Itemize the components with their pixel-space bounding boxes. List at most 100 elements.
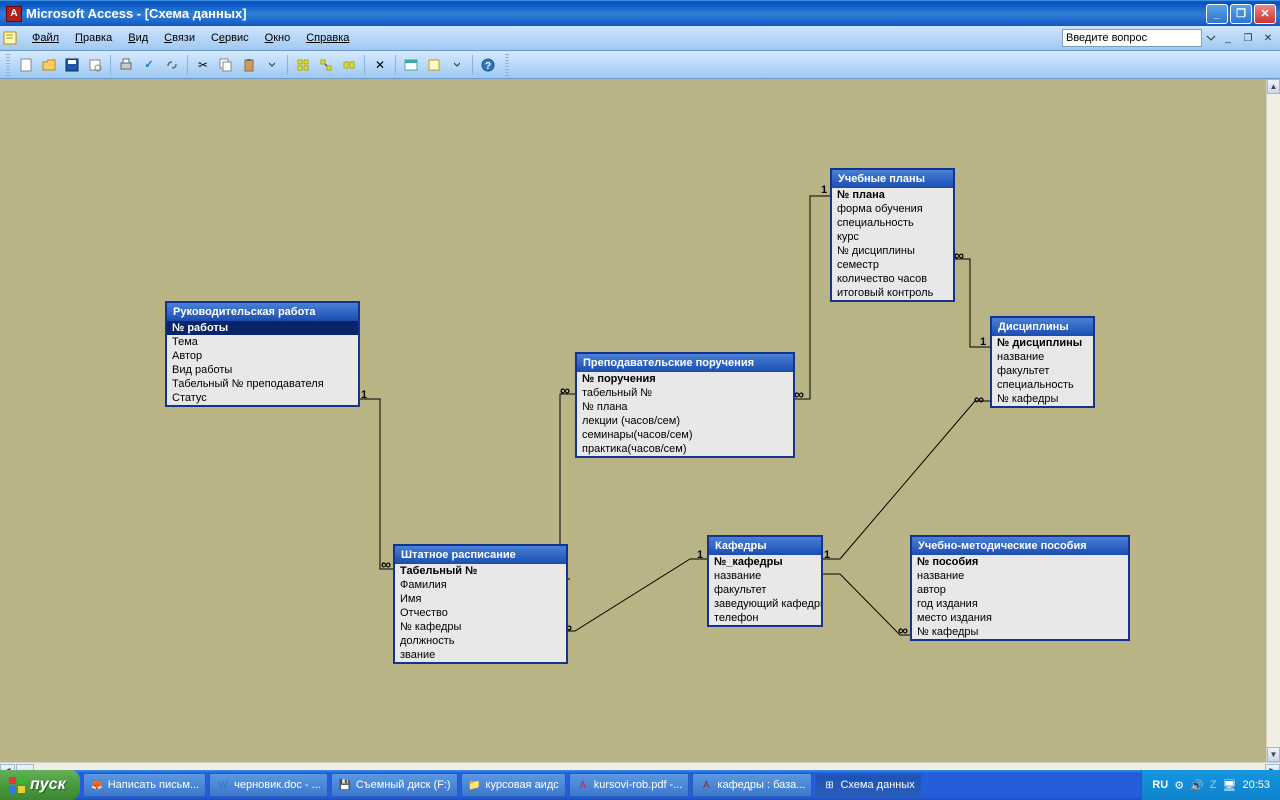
- field[interactable]: курс: [832, 230, 953, 244]
- field[interactable]: Автор: [167, 349, 358, 363]
- copy-icon[interactable]: [216, 55, 236, 75]
- menu-window[interactable]: Окно: [257, 29, 299, 47]
- field[interactable]: название: [912, 569, 1128, 583]
- db-window-icon[interactable]: [401, 55, 421, 75]
- show-all-icon[interactable]: [339, 55, 359, 75]
- field-key[interactable]: № плана: [832, 188, 953, 202]
- help-icon[interactable]: ?: [478, 55, 498, 75]
- field[interactable]: место издания: [912, 611, 1128, 625]
- field[interactable]: специальность: [832, 216, 953, 230]
- scroll-up-icon[interactable]: ▲: [1267, 79, 1280, 94]
- field[interactable]: № кафедры: [395, 620, 566, 634]
- save-icon[interactable]: [62, 55, 82, 75]
- print-preview-icon[interactable]: [85, 55, 105, 75]
- field[interactable]: факультет: [992, 364, 1093, 378]
- tray-icon[interactable]: Z: [1210, 779, 1217, 791]
- start-button[interactable]: пуск: [0, 770, 80, 800]
- paste-drop-icon[interactable]: [262, 55, 282, 75]
- close-button[interactable]: ✕: [1254, 4, 1276, 24]
- mdi-close-button[interactable]: ✕: [1260, 31, 1276, 45]
- paste-icon[interactable]: [239, 55, 259, 75]
- field[interactable]: семинары(часов/сем): [577, 428, 793, 442]
- field[interactable]: Отчество: [395, 606, 566, 620]
- field[interactable]: лекции (часов/сем): [577, 414, 793, 428]
- field[interactable]: год издания: [912, 597, 1128, 611]
- menu-help[interactable]: Справка: [298, 29, 357, 47]
- menu-service[interactable]: Сервис: [203, 29, 257, 47]
- mdi-minimize-button[interactable]: _: [1220, 31, 1236, 45]
- field[interactable]: телефон: [709, 611, 821, 625]
- field[interactable]: специальность: [992, 378, 1093, 392]
- new-object-icon[interactable]: [424, 55, 444, 75]
- clock[interactable]: 20:53: [1242, 779, 1270, 791]
- task-drive[interactable]: 💾Съемный диск (F:): [331, 773, 458, 797]
- field[interactable]: Имя: [395, 592, 566, 606]
- scroll-down-icon[interactable]: ▼: [1267, 747, 1280, 762]
- link-icon[interactable]: [162, 55, 182, 75]
- maximize-button[interactable]: ❐: [1230, 4, 1252, 24]
- field[interactable]: количество часов: [832, 272, 953, 286]
- field[interactable]: факультет: [709, 583, 821, 597]
- field[interactable]: табельный №: [577, 386, 793, 400]
- spell-check-icon[interactable]: ✓: [139, 55, 159, 75]
- table-staffing[interactable]: Штатное расписание Табельный № Фамилия И…: [393, 544, 568, 664]
- field[interactable]: № кафедры: [992, 392, 1093, 406]
- table-supervision[interactable]: Руководительская работа № работы Тема Ав…: [165, 301, 360, 407]
- cut-icon[interactable]: ✂: [193, 55, 213, 75]
- task-word[interactable]: Wчерновик.doc - ...: [209, 773, 328, 797]
- field[interactable]: Статус: [167, 391, 358, 405]
- field-key[interactable]: №_кафедры: [709, 555, 821, 569]
- tray-icon[interactable]: 🔊: [1190, 779, 1204, 792]
- new-icon[interactable]: [16, 55, 36, 75]
- field[interactable]: звание: [395, 648, 566, 662]
- field[interactable]: Табельный № преподавателя: [167, 377, 358, 391]
- table-departments[interactable]: Кафедры №_кафедры название факультет зав…: [707, 535, 823, 627]
- menu-edit[interactable]: Правка: [67, 29, 120, 47]
- field[interactable]: № дисциплины: [832, 244, 953, 258]
- field-key[interactable]: № дисциплины: [992, 336, 1093, 350]
- language-indicator[interactable]: RU: [1152, 779, 1168, 791]
- system-tray[interactable]: RU ⚙ 🔊 Z 🖥 20:53: [1141, 770, 1280, 800]
- tray-icon[interactable]: ⚙: [1174, 779, 1184, 792]
- field-key[interactable]: Табельный №: [395, 564, 566, 578]
- toolbar-grip-right[interactable]: [505, 54, 509, 76]
- field[interactable]: практика(часов/сем): [577, 442, 793, 456]
- show-table-icon[interactable]: [293, 55, 313, 75]
- print-icon[interactable]: [116, 55, 136, 75]
- field-key[interactable]: № работы: [167, 321, 358, 335]
- open-icon[interactable]: [39, 55, 59, 75]
- table-assignments[interactable]: Преподавательские поручения № поручения …: [575, 352, 795, 458]
- menu-view[interactable]: Вид: [120, 29, 156, 47]
- field[interactable]: название: [709, 569, 821, 583]
- clear-layout-icon[interactable]: ✕: [370, 55, 390, 75]
- table-manuals[interactable]: Учебно-методические пособия № пособия на…: [910, 535, 1130, 641]
- table-disciplines[interactable]: Дисциплины № дисциплины название факульт…: [990, 316, 1095, 408]
- field[interactable]: семестр: [832, 258, 953, 272]
- show-direct-icon[interactable]: [316, 55, 336, 75]
- field[interactable]: название: [992, 350, 1093, 364]
- table-plans[interactable]: Учебные планы № плана форма обучения спе…: [830, 168, 955, 302]
- task-folder[interactable]: 📁курсовая аидс: [461, 773, 566, 797]
- field[interactable]: автор: [912, 583, 1128, 597]
- field[interactable]: итоговый контроль: [832, 286, 953, 300]
- relationships-canvas[interactable]: 1 ∞ ∞ 1 ∞ 1 ∞ 1 1 ∞ 1 ∞ ∞ Руководительск…: [0, 79, 1266, 762]
- field[interactable]: заведующий кафедры: [709, 597, 821, 611]
- field[interactable]: № кафедры: [912, 625, 1128, 639]
- mdi-restore-button[interactable]: ❐: [1240, 31, 1256, 45]
- toolbar-grip[interactable]: [6, 54, 10, 76]
- new-object-drop-icon[interactable]: [447, 55, 467, 75]
- menu-file[interactable]: Файл: [24, 29, 67, 47]
- task-pdf[interactable]: Akursovi-rob.pdf -...: [569, 773, 690, 797]
- dropdown-icon[interactable]: [1206, 33, 1216, 43]
- field[interactable]: Фамилия: [395, 578, 566, 592]
- help-search-input[interactable]: [1062, 29, 1202, 47]
- field[interactable]: Тема: [167, 335, 358, 349]
- field[interactable]: форма обучения: [832, 202, 953, 216]
- menu-relations[interactable]: Связи: [156, 29, 203, 47]
- field[interactable]: № плана: [577, 400, 793, 414]
- field[interactable]: должность: [395, 634, 566, 648]
- minimize-button[interactable]: _: [1206, 4, 1228, 24]
- tray-icon[interactable]: 🖥: [1223, 779, 1237, 792]
- vertical-scrollbar[interactable]: ▲ ▼: [1266, 79, 1280, 762]
- task-access-schema[interactable]: ⊞Схема данных: [815, 773, 921, 797]
